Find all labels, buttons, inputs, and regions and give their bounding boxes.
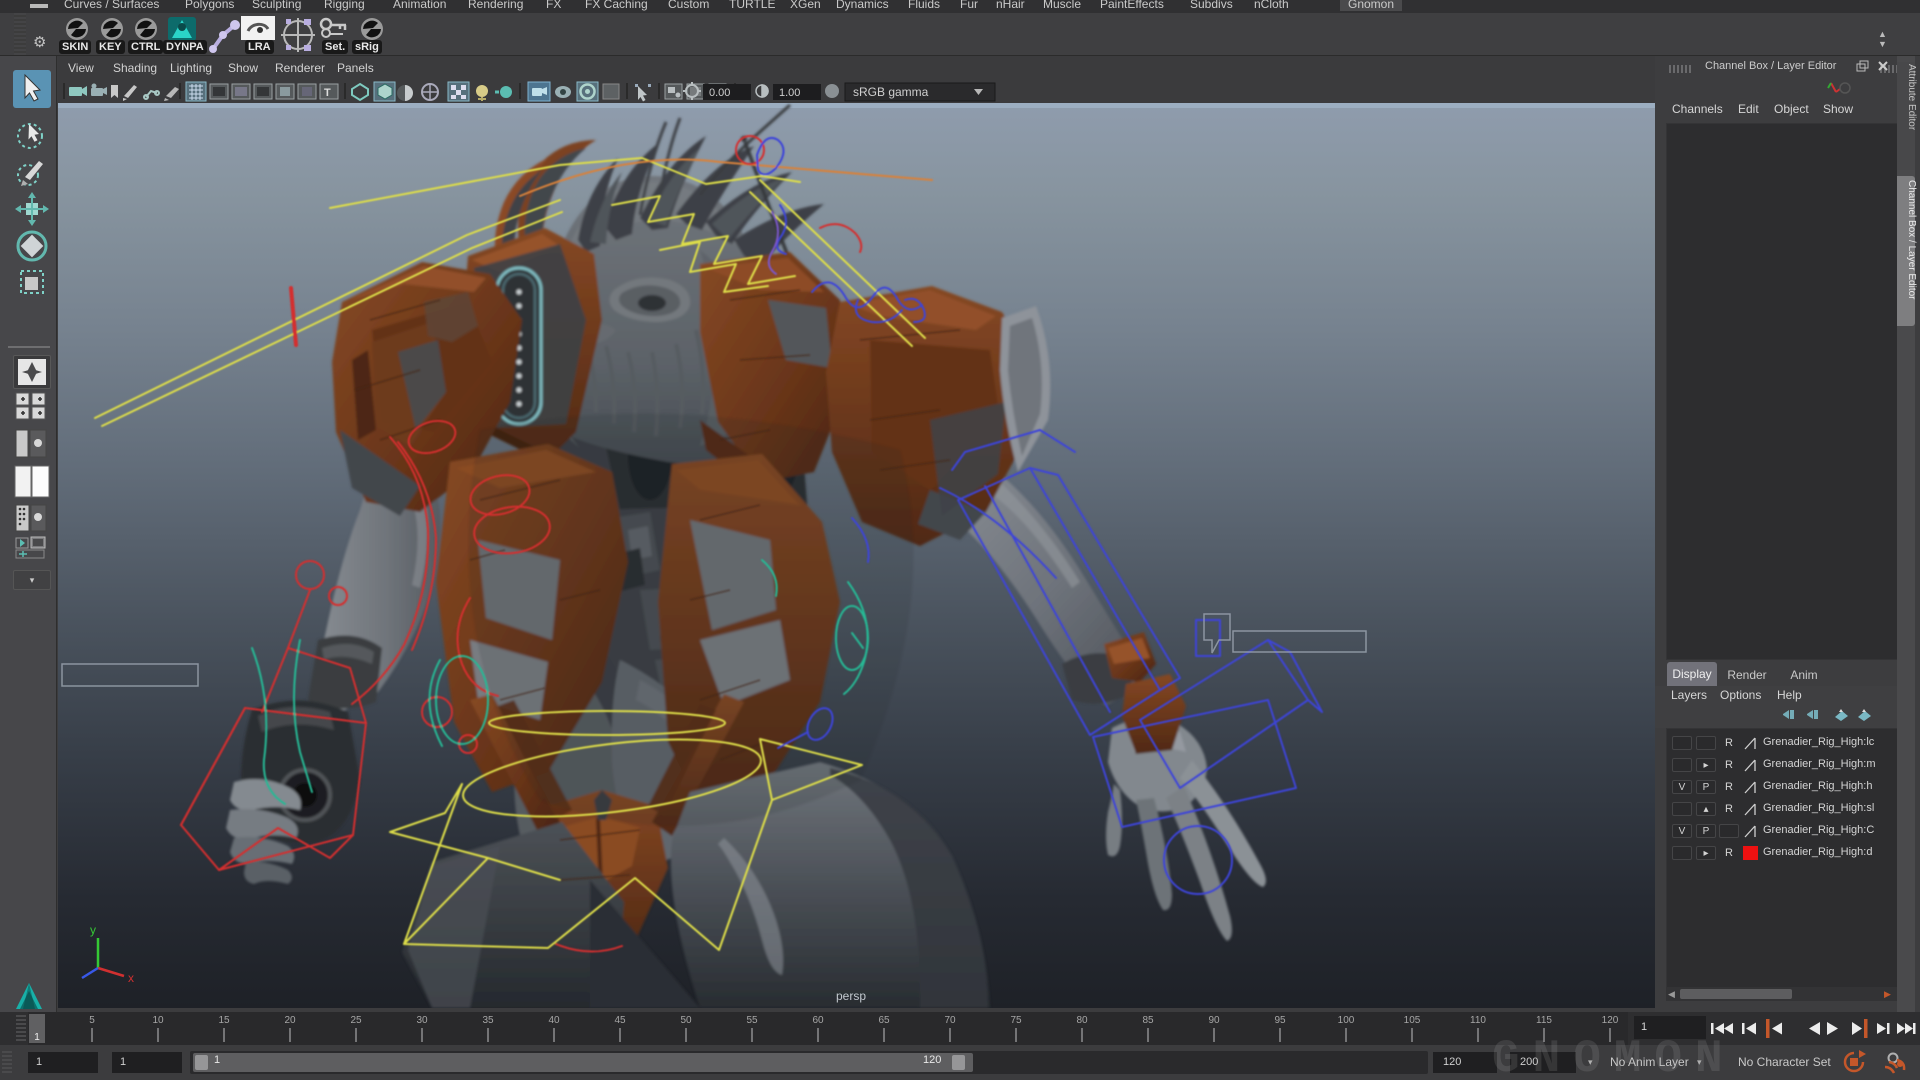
svg-text:25: 25 [350,1015,362,1026]
svg-text:35: 35 [482,1015,494,1026]
svg-text:persp: persp [836,989,866,1003]
svg-text:10: 10 [152,1015,164,1026]
svg-text:90: 90 [1208,1015,1220,1026]
svg-text:sRGB gamma: sRGB gamma [853,85,929,99]
svg-text:120: 120 [1602,1015,1619,1026]
svg-text:115: 115 [1536,1015,1552,1026]
svg-text:55: 55 [746,1015,758,1026]
svg-text:T: T [324,87,331,99]
svg-text:50: 50 [680,1015,692,1026]
svg-text:y: y [90,923,96,937]
svg-text:x: x [128,971,134,985]
svg-text:80: 80 [1076,1015,1088,1026]
svg-text:1: 1 [34,1032,40,1043]
svg-text:5: 5 [89,1015,95,1026]
svg-text:105: 105 [1404,1015,1421,1026]
svg-text:45: 45 [614,1015,626,1026]
svg-text:65: 65 [878,1015,890,1026]
svg-text:95: 95 [1274,1015,1286,1026]
svg-text:30: 30 [416,1015,428,1026]
svg-text:0.00: 0.00 [709,87,730,99]
svg-text:40: 40 [548,1015,560,1026]
svg-text:60: 60 [812,1015,824,1026]
svg-text:110: 110 [1470,1015,1486,1026]
svg-text:70: 70 [944,1015,956,1026]
svg-text:100: 100 [1338,1015,1355,1026]
svg-text:75: 75 [1010,1015,1022,1026]
svg-text:15: 15 [218,1015,230,1026]
svg-text:20: 20 [284,1015,296,1026]
svg-text:85: 85 [1142,1015,1154,1026]
svg-text:1.00: 1.00 [779,87,800,99]
